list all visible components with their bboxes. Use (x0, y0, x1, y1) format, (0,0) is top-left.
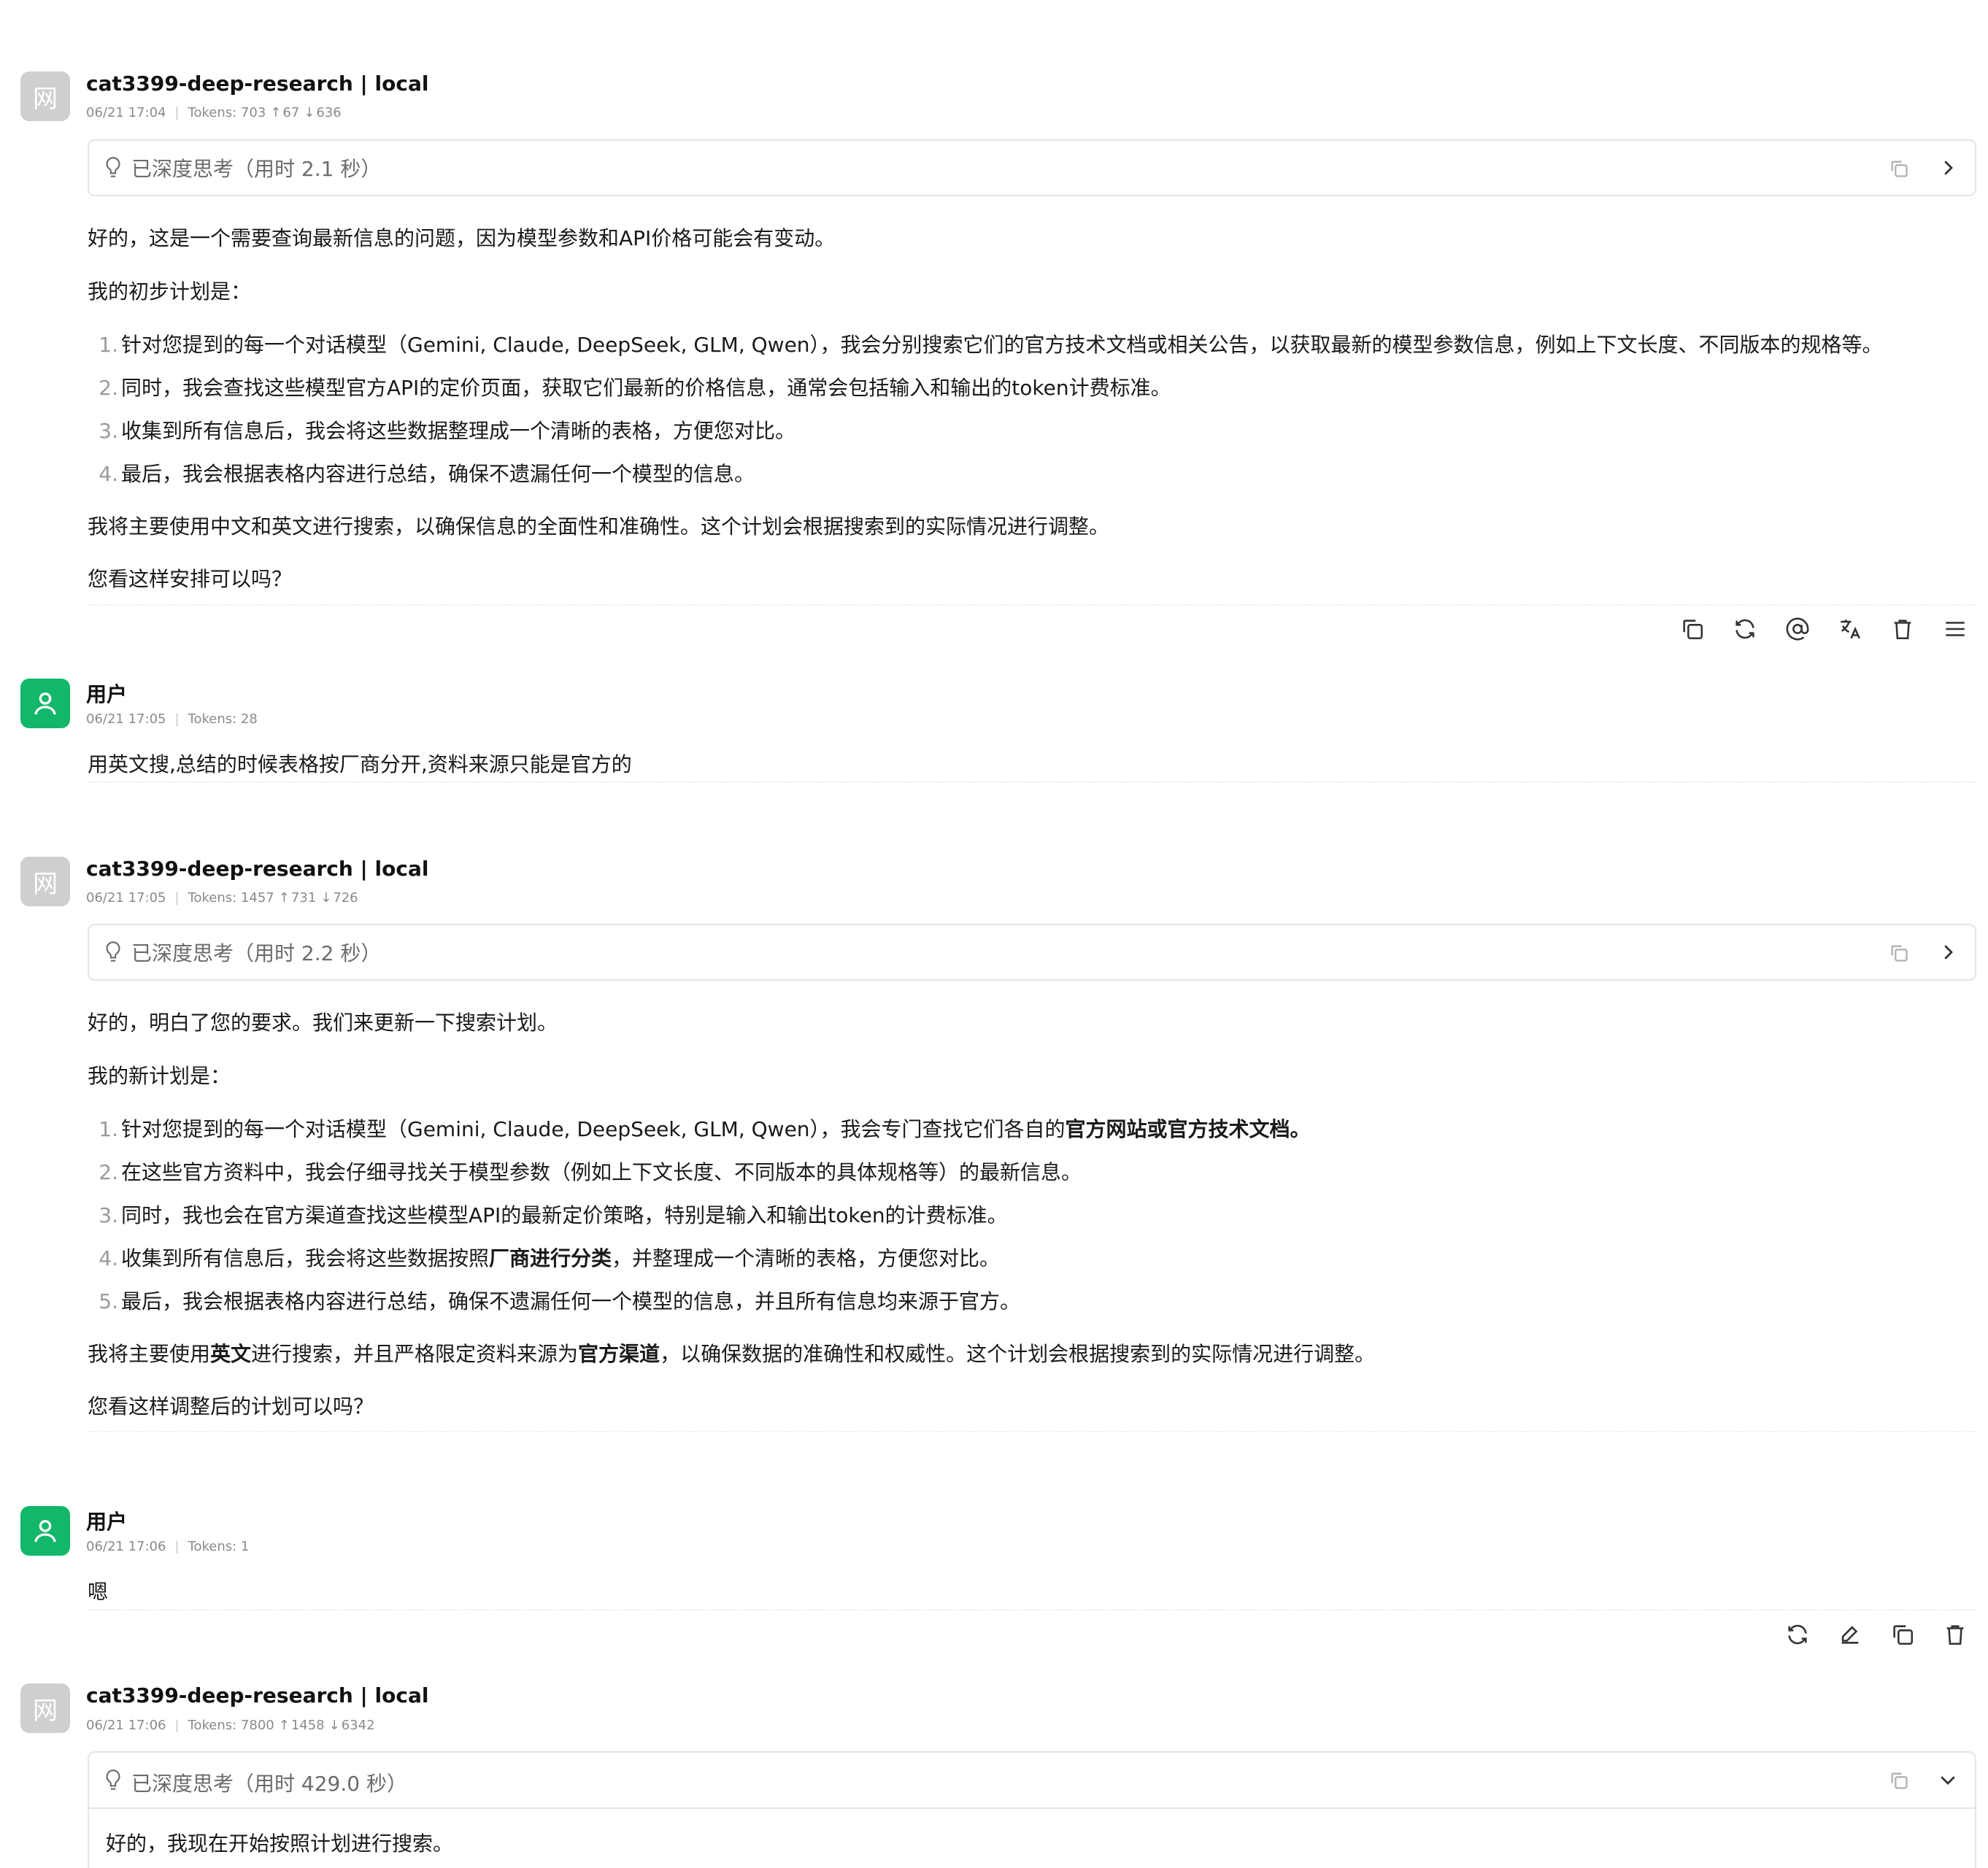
tokens-down: 636 (316, 105, 342, 120)
regenerate-icon (1735, 619, 1754, 639)
list-item: 4. 最后，我会根据表格内容进行总结，确保不遗漏任何一个模型的信息。 (99, 462, 755, 486)
delete-button[interactable] (1876, 611, 1929, 647)
user-avatar (20, 1506, 70, 1556)
message-actions (1771, 1617, 1981, 1652)
tokens-down: 726 (333, 890, 358, 906)
message-text: 您看这样安排可以吗？ (88, 567, 293, 591)
divider (88, 781, 1976, 783)
token-count: Tokens: 1 (188, 1539, 250, 1554)
mention-button[interactable] (1771, 611, 1824, 647)
copy-icon[interactable] (1889, 943, 1909, 963)
regenerate-button[interactable] (1771, 1617, 1824, 1652)
bot-avatar: 网 (20, 857, 70, 906)
lightbulb-icon (104, 1768, 123, 1793)
bot-name: cat3399-deep-research | local (86, 72, 429, 96)
message-meta: 06/21 17:05 | Tokens: 28 (86, 711, 258, 727)
thinking-label: 已深度思考（用时 2.2 秒） (131, 941, 382, 965)
thinking-body-text: 好的，我现在开始按照计划进行搜索。 (106, 1832, 454, 1856)
message-text: 用英文搜,总结的时候表格按厂商分开,资料来源只能是官方的 (88, 752, 632, 776)
message-text: 我将主要使用英文进行搜索，并且严格限定资料来源为官方渠道，以确保数据的准确性和权… (88, 1342, 1376, 1366)
message-time: 06/21 17:04 (86, 105, 166, 120)
token-count: Tokens: 703 (188, 105, 266, 120)
mention-icon (1786, 617, 1809, 641)
list-item: 2. 在这些官方资料中，我会仔细寻找关于模型参数（例如上下文长度、不同版本的具体规… (99, 1160, 1082, 1184)
list-item: 3. 收集到所有信息后，我会将这些数据整理成一个清晰的表格，方便您对比。 (99, 419, 796, 443)
delete-icon (1946, 1625, 1964, 1645)
copy-icon (1683, 620, 1703, 640)
message-meta: 06/21 17:06 | Tokens: 1 (86, 1539, 250, 1554)
regenerate-icon (1788, 1624, 1807, 1645)
list-item: 1. 针对您提到的每一个对话模型（Gemini, Claude, DeepSeek… (99, 333, 1883, 357)
list-item: 5. 最后，我会根据表格内容进行总结，确保不遗漏任何一个模型的信息，并且所有信息均… (99, 1289, 1021, 1313)
message-time: 06/21 17:06 (86, 1539, 166, 1554)
bot-name: cat3399-deep-research | local (86, 857, 429, 881)
user-avatar (20, 679, 70, 728)
message-text: 我的初步计划是： (88, 279, 252, 304)
divider (88, 1431, 1976, 1432)
translate-icon (1841, 620, 1860, 639)
chevron-right-icon[interactable] (1937, 157, 1959, 179)
divider (89, 1807, 1975, 1809)
token-count: Tokens: 28 (188, 711, 258, 727)
chevron-down-icon[interactable] (1937, 1769, 1959, 1791)
token-count: Tokens: 7800 (188, 1718, 274, 1733)
message-text: 您看这样调整后的计划可以吗？ (88, 1394, 374, 1419)
tokens-down: 6342 (341, 1718, 375, 1733)
menu-icon (1946, 622, 1965, 636)
user-name: 用户 (86, 1510, 128, 1534)
lightbulb-icon (104, 940, 123, 965)
copy-icon[interactable] (1889, 158, 1909, 179)
message-meta: 06/21 17:05 | Tokens: 1457 ↑ 731 ↓ 726 (86, 890, 358, 906)
message-actions (1666, 611, 1981, 647)
message-time: 06/21 17:05 (86, 711, 166, 727)
list-item: 2. 同时，我会查找这些模型官方API的定价页面，获取它们最新的价格信息，通常会包… (99, 376, 1171, 400)
delete-button[interactable] (1929, 1617, 1981, 1652)
divider (88, 604, 1976, 606)
tokens-up: 731 (290, 890, 317, 906)
message-time: 06/21 17:06 (86, 1718, 166, 1733)
bot-avatar: 网 (20, 1683, 70, 1733)
message-time: 06/21 17:05 (86, 890, 166, 906)
list-item: 4. 收集到所有信息后，我会将这些数据按照厂商进行分类，并整理成一个清晰的表格，方… (99, 1246, 1001, 1270)
translate-button[interactable] (1824, 611, 1876, 647)
token-count: Tokens: 1457 (188, 890, 274, 906)
user-name: 用户 (86, 682, 128, 706)
thinking-panel[interactable]: 已深度思考（用时 2.1 秒） (88, 139, 1976, 196)
thinking-label: 已深度思考（用时 429.0 秒） (131, 1772, 407, 1796)
edit-icon (1841, 1626, 1859, 1644)
regenerate-button[interactable] (1719, 611, 1771, 647)
message-text: 嗯 (88, 1580, 109, 1604)
message-text: 好的，明白了您的要求。我们来更新一下搜索计划。 (88, 1011, 558, 1035)
edit-button[interactable] (1824, 1617, 1876, 1652)
bot-name: cat3399-deep-research | local (86, 1683, 429, 1707)
bot-avatar: 网 (20, 72, 70, 121)
thinking-label: 已深度思考（用时 2.1 秒） (131, 157, 382, 181)
user-icon (34, 692, 56, 715)
message-text: 好的，这是一个需要查询最新信息的问题，因为模型参数和API价格可能会有变动。 (88, 226, 836, 250)
tokens-up: 67 (282, 105, 300, 120)
list-item: 1. 针对您提到的每一个对话模型（Gemini, Claude, DeepSeek… (99, 1117, 1311, 1141)
copy-button[interactable] (1666, 611, 1719, 647)
message-meta: 06/21 17:04 | Tokens: 703 ↑ 67 ↓ 636 (86, 105, 342, 120)
copy-icon (1893, 1625, 1914, 1645)
message-text: 我将主要使用中文和英文进行搜索，以确保信息的全面性和准确性。这个计划会根据搜索到… (88, 514, 1110, 539)
message-text: 我的新计划是： (88, 1064, 231, 1088)
copy-icon[interactable] (1889, 1770, 1909, 1791)
thinking-panel[interactable]: 已深度思考（用时 2.2 秒） (88, 924, 1976, 981)
user-icon (34, 1520, 56, 1543)
tokens-up: 1458 (290, 1718, 325, 1733)
copy-button[interactable] (1876, 1617, 1929, 1652)
divider (88, 1609, 1976, 1610)
lightbulb-icon (104, 155, 123, 180)
menu-button[interactable] (1929, 611, 1981, 647)
chevron-right-icon[interactable] (1937, 941, 1959, 963)
delete-icon (1894, 620, 1911, 640)
list-item: 3. 同时，我也会在官方渠道查找这些模型API的最新定价策略，特别是输入和输出to… (99, 1203, 1008, 1227)
message-meta: 06/21 17:06 | Tokens: 7800 ↑ 1458 ↓ 6342 (86, 1718, 375, 1733)
